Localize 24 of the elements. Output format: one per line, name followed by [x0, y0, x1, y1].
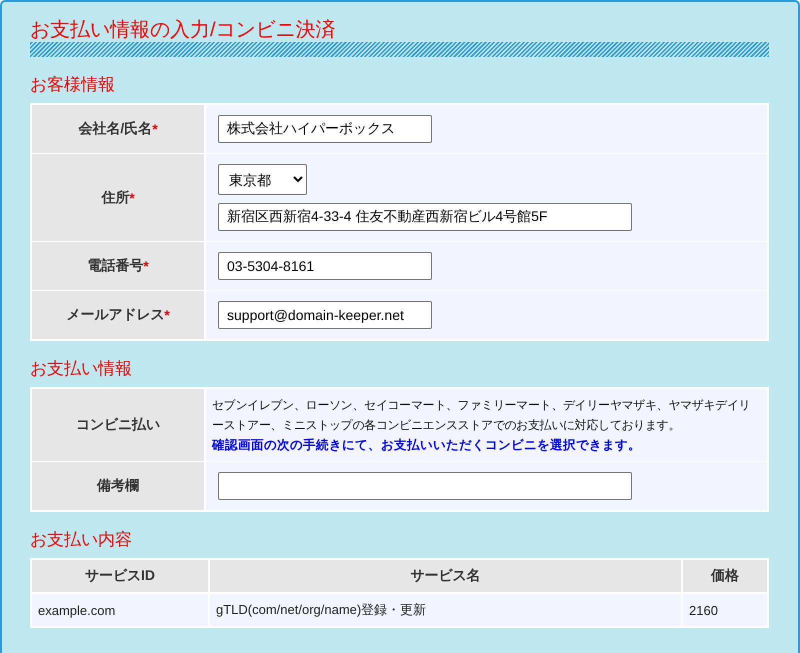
- input-field[interactable]: 新宿区西新宿4-33-4 住友不動産西新宿ビル4号館5F: [218, 203, 632, 231]
- section-heading: お支払い情報: [30, 358, 133, 380]
- column-header: 価格: [682, 559, 768, 593]
- field-label: 電話番号*: [32, 242, 204, 290]
- field-label: 会社名/氏名*: [32, 105, 204, 153]
- input-field[interactable]: 株式会社ハイパーボックス: [218, 115, 432, 143]
- section-heading: お支払い内容: [30, 529, 133, 551]
- input-field[interactable]: 03-5304-8161: [218, 252, 432, 280]
- notice-text: 確認画面の次の手続きにて、お支払いいただくコンビニを選択できます。: [212, 437, 641, 454]
- field-label: 住所*: [32, 154, 204, 241]
- dropdown[interactable]: 東京都: [218, 164, 307, 195]
- column-header: サービス名: [209, 559, 682, 593]
- field-label: メールアドレス*: [32, 291, 204, 339]
- section-heading: お客様情報: [30, 74, 116, 96]
- field-label: 備考欄: [32, 462, 204, 510]
- table-cell: example.com: [31, 593, 209, 627]
- table-cell: 2160: [682, 593, 768, 627]
- table-cell: gTLD(com/net/org/name)登録・更新: [209, 593, 682, 627]
- field-label: コンビニ払い: [32, 389, 204, 461]
- page-title: お支払い情報の入力/コンビニ決済: [30, 18, 337, 43]
- description-text: セブンイレブン、ローソン、セイコーマート、ファミリーマート、デイリーヤマザキ、ヤマザキデイリーストアー、ミニストップの各コンビニエンスストアでのお支払いに対応しております。: [212, 397, 752, 434]
- column-header: サービスID: [31, 559, 209, 593]
- input-field[interactable]: [218, 472, 632, 500]
- input-field[interactable]: support@domain-keeper.net: [218, 301, 432, 329]
